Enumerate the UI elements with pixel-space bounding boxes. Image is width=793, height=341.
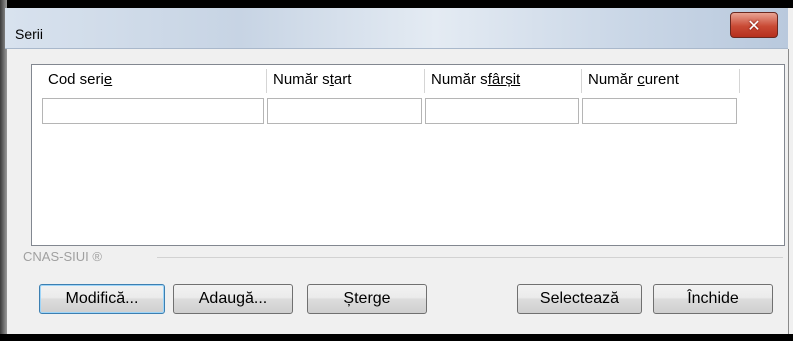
dialog-client-area: Cod serie Număr start Număr sfârșit Numă… <box>7 49 789 334</box>
add-button[interactable]: Adaugă... <box>173 284 293 314</box>
series-list[interactable]: Cod serie Număr start Număr sfârșit Numă… <box>31 64 785 246</box>
numar-sfarsit-cell[interactable] <box>425 98 579 124</box>
numar-curent-cell[interactable] <box>582 98 737 124</box>
cod-serie-cell[interactable] <box>42 98 264 124</box>
column-header-numar-curent[interactable]: Număr curent <box>582 69 740 93</box>
left-edge <box>0 0 7 341</box>
list-header: Cod serie Număr start Număr sfârșit Numă… <box>42 69 740 93</box>
bottom-edge <box>0 334 793 341</box>
select-button[interactable]: Selectează <box>517 284 642 314</box>
close-button[interactable]: ✕ <box>730 12 778 38</box>
column-header-numar-sfarsit[interactable]: Număr sfârșit <box>425 69 582 93</box>
close-dialog-button[interactable]: Închide <box>653 284 773 314</box>
group-label: CNAS-SIUI ® <box>23 249 102 264</box>
column-header-cod-serie[interactable]: Cod serie <box>42 69 267 93</box>
modify-button[interactable]: Modifică... <box>39 284 165 314</box>
table-row[interactable] <box>42 98 740 124</box>
top-edge <box>0 0 793 8</box>
group-divider <box>157 257 783 258</box>
delete-button[interactable]: Șterge <box>307 284 427 314</box>
title-bar[interactable]: Serii ✕ <box>5 8 788 49</box>
column-header-numar-start[interactable]: Număr start <box>267 69 425 93</box>
numar-start-cell[interactable] <box>267 98 422 124</box>
close-icon: ✕ <box>747 15 761 35</box>
window-title: Serii <box>15 26 44 42</box>
